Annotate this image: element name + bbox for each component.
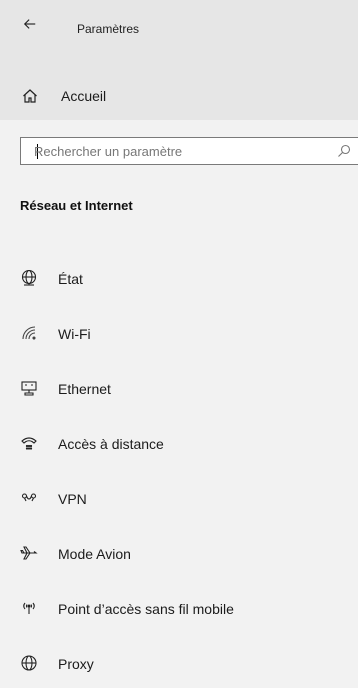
nav-item-dial-up[interactable]: Accès à distance (0, 420, 358, 464)
home-icon (22, 88, 38, 104)
nav-item-label: VPN (58, 491, 87, 507)
airplane-icon (20, 544, 38, 562)
search-input[interactable] (34, 138, 324, 164)
search-box[interactable] (20, 137, 358, 165)
settings-window: Paramètres Accueil Réseau et Internet (0, 0, 358, 688)
search-icon[interactable] (337, 144, 351, 158)
back-arrow-icon (23, 17, 37, 36)
status-globe-icon (20, 269, 38, 287)
nav-item-label: Wi-Fi (58, 326, 91, 342)
title-bar: Paramètres (0, 0, 358, 59)
nav-item-label: Accès à distance (58, 436, 164, 452)
nav-item-vpn[interactable]: VPN (0, 475, 358, 519)
home-nav-item[interactable]: Accueil (0, 58, 358, 120)
wifi-icon (20, 324, 38, 342)
section-title: Réseau et Internet (20, 198, 133, 213)
globe-icon (20, 654, 38, 672)
nav-item-proxy[interactable]: Proxy (0, 640, 358, 684)
dial-up-icon (20, 434, 38, 452)
hotspot-icon (20, 599, 38, 617)
back-button[interactable] (22, 18, 38, 34)
nav-item-mobile-hotspot[interactable]: Point d’accès sans fil mobile (0, 585, 358, 629)
nav-item-label: Point d’accès sans fil mobile (58, 601, 234, 617)
nav-item-wifi[interactable]: Wi-Fi (0, 310, 358, 354)
vpn-icon (20, 489, 38, 507)
nav-item-ethernet[interactable]: Ethernet (0, 365, 358, 409)
window-title: Paramètres (77, 22, 140, 36)
home-label: Accueil (61, 88, 107, 104)
nav-item-label: État (58, 271, 83, 287)
nav-item-label: Mode Avion (58, 546, 131, 562)
nav-item-etat[interactable]: État (0, 255, 358, 299)
ethernet-icon (20, 379, 38, 397)
nav-item-label: Proxy (58, 656, 94, 672)
nav-item-label: Ethernet (58, 381, 111, 397)
nav-item-airplane-mode[interactable]: Mode Avion (0, 530, 358, 574)
